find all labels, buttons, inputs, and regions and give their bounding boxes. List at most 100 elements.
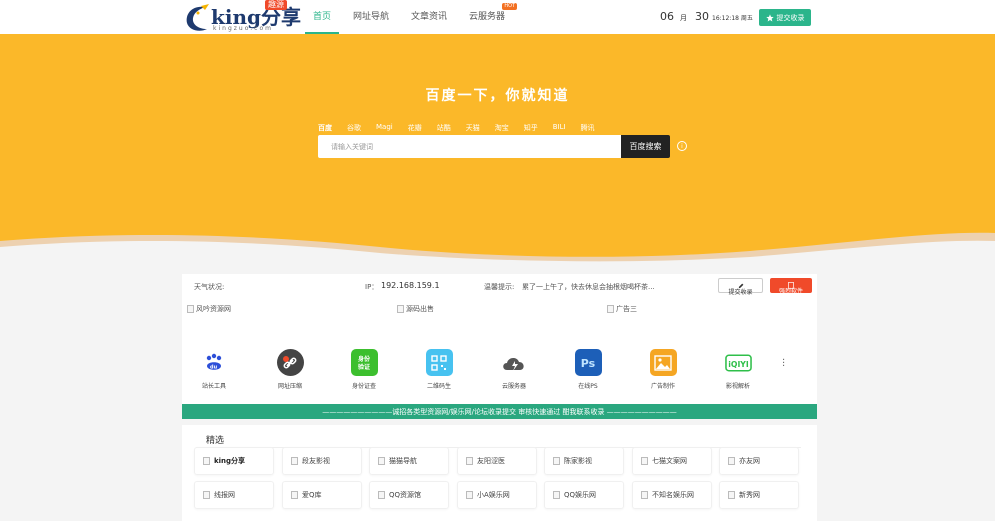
nav-articles[interactable]: 文章资讯 <box>403 0 455 34</box>
site-name: 线报网 <box>214 491 235 499</box>
broken-image-icon <box>397 305 404 313</box>
engine-tab[interactable]: 知乎 <box>524 123 538 133</box>
site-name: 亦友网 <box>739 457 760 465</box>
recruit-banner[interactable]: ——————————诚招各类型资源网/娱乐网/论坛收录提交 审核快速通过 酣我联… <box>182 404 817 419</box>
tool-ad-maker[interactable]: 广告制作 <box>633 349 693 390</box>
tool-label: 站长工具 <box>201 383 226 390</box>
favicon-icon <box>291 457 298 465</box>
ad-alt-text: 源码出售 <box>406 305 434 313</box>
favicon-icon <box>553 491 560 499</box>
date-clock: 06 月 30 16:12:18 周五 <box>660 10 753 23</box>
tool-label: 影视解析 <box>725 383 750 390</box>
site-card[interactable]: 段友影视 <box>282 447 362 475</box>
weather-label: 天气状况: <box>194 283 225 291</box>
site-name: 爱Q库 <box>302 491 322 499</box>
ad-slot-2[interactable]: 源码出售 <box>397 304 434 314</box>
site-name: 七猫文案网 <box>652 457 687 465</box>
nav-site-directory[interactable]: 网址导航 <box>345 0 397 34</box>
ad-slot-1[interactable]: 风吟资源网 <box>187 304 231 314</box>
nav-home[interactable]: 首页 <box>305 0 340 34</box>
nav-articles-label: 文章资讯 <box>411 12 448 22</box>
site-card[interactable]: 爱Q库 <box>282 481 362 509</box>
site-name: 不知名娱乐网 <box>652 491 694 499</box>
site-logo[interactable]: king分享 趣源 kingzuo.com <box>183 0 301 34</box>
site-name: 小A娱乐网 <box>477 491 510 499</box>
site-card[interactable]: 新秀网 <box>719 481 799 509</box>
favicon-icon <box>728 457 735 465</box>
site-name: QQ资源馆 <box>389 491 422 499</box>
favicon-icon <box>466 457 473 465</box>
site-card[interactable]: king分享 <box>194 447 274 475</box>
engine-tab[interactable]: 淘宝 <box>495 123 509 133</box>
svg-text:Ps: Ps <box>581 357 596 370</box>
site-name: QQ娱乐网 <box>564 491 597 499</box>
info-icon[interactable]: i <box>677 141 687 151</box>
submit-site-button[interactable]: 提交收录 <box>759 9 811 26</box>
site-card[interactable]: 七猫文案网 <box>632 447 712 475</box>
clock-day: 30 <box>695 10 709 23</box>
tool-label: 云服务器 <box>501 383 526 390</box>
svg-text:du: du <box>210 364 218 370</box>
engine-tab[interactable]: 花瓣 <box>408 123 422 133</box>
search-input[interactable]: 请输入关键词 <box>318 135 621 158</box>
svg-text:iQIYI: iQIYI <box>728 359 749 368</box>
tip-text: 累了一上午了，快去休息会抽根烟喝杯茶... <box>522 283 655 291</box>
hero-search-section: 百度一下，你就知道 百度 谷歌 Magi 花瓣 站酷 天猫 淘宝 知乎 BILI… <box>0 34 995 269</box>
section-title: 精选 <box>206 436 225 446</box>
tool-label: 广告制作 <box>650 383 675 390</box>
engine-tab[interactable]: BILI <box>553 123 566 133</box>
download-label: 强烈软件 <box>778 288 803 295</box>
main-nav: 首页 网址导航 文章资讯 云服务器 HOT <box>305 0 519 34</box>
tool-video-parse[interactable]: iQIYI 影视解析 <box>708 349 768 390</box>
clock-month-unit: 月 <box>680 14 687 22</box>
logo-domain: kingzuo.com <box>213 25 273 32</box>
download-software-button[interactable]: 强烈软件 <box>770 278 812 295</box>
submit-site-label: 提交收录 <box>776 13 805 22</box>
star-icon <box>765 13 774 21</box>
tool-online-ps[interactable]: Ps 在线PS <box>558 349 618 390</box>
tool-id-check[interactable]: 身份 验证 身份证查 <box>334 349 394 390</box>
hot-badge: HOT <box>502 3 518 10</box>
nav-site-directory-label: 网址导航 <box>353 12 390 22</box>
site-card[interactable]: QQ娱乐网 <box>544 481 624 509</box>
ip-label: IP： <box>365 283 379 291</box>
search-placeholder: 请输入关键词 <box>331 142 373 151</box>
engine-tab[interactable]: 天猫 <box>466 123 480 133</box>
site-card[interactable]: 猫猫导航 <box>369 447 449 475</box>
clock-time: 16:12:18 周五 <box>712 15 753 22</box>
submit-small-label: 提交收录 <box>728 289 753 296</box>
nav-cloud-server[interactable]: 云服务器 HOT <box>461 0 518 34</box>
submit-site-small-button[interactable]: 提交收录 <box>718 278 763 296</box>
more-options-icon[interactable]: · · · <box>782 356 785 372</box>
tool-url-shortener[interactable]: 网址压缩 <box>260 349 320 390</box>
tool-webmaster[interactable]: du 站长工具 <box>184 349 244 390</box>
cloud-icon <box>501 349 528 376</box>
site-card[interactable]: 线报网 <box>194 481 274 509</box>
favicon-icon <box>378 491 385 499</box>
nav-home-label: 首页 <box>313 12 332 22</box>
tool-cloud-server[interactable]: 云服务器 <box>484 349 544 390</box>
wave-decoration <box>0 232 995 269</box>
engine-tab[interactable]: 谷歌 <box>347 123 361 133</box>
qrcode-icon <box>425 349 453 376</box>
engine-tab[interactable]: 站酷 <box>437 123 451 133</box>
ad-slot-3[interactable]: 广告三 <box>607 304 637 314</box>
engine-tab[interactable]: 腾讯 <box>581 123 595 133</box>
tool-qrcode[interactable]: 二维码生 <box>409 349 469 390</box>
site-card[interactable]: 不知名娱乐网 <box>632 481 712 509</box>
site-card[interactable]: 小A娱乐网 <box>457 481 537 509</box>
favicon-icon <box>378 457 385 465</box>
tool-label: 在线PS <box>578 383 598 390</box>
svg-text:身份: 身份 <box>358 355 371 363</box>
site-name: king分享 <box>214 457 246 465</box>
site-name: 友阳涩医 <box>477 457 505 465</box>
site-card[interactable]: 友阳涩医 <box>457 447 537 475</box>
site-card[interactable]: 亦友网 <box>719 447 799 475</box>
site-card[interactable]: QQ资源馆 <box>369 481 449 509</box>
broken-image-icon <box>187 305 194 313</box>
favicon-icon <box>466 491 473 499</box>
engine-tab[interactable]: 百度 <box>318 123 332 133</box>
search-button[interactable]: 百度搜索 <box>621 135 670 158</box>
engine-tab[interactable]: Magi <box>376 123 393 133</box>
site-card[interactable]: 陈家影视 <box>544 447 624 475</box>
